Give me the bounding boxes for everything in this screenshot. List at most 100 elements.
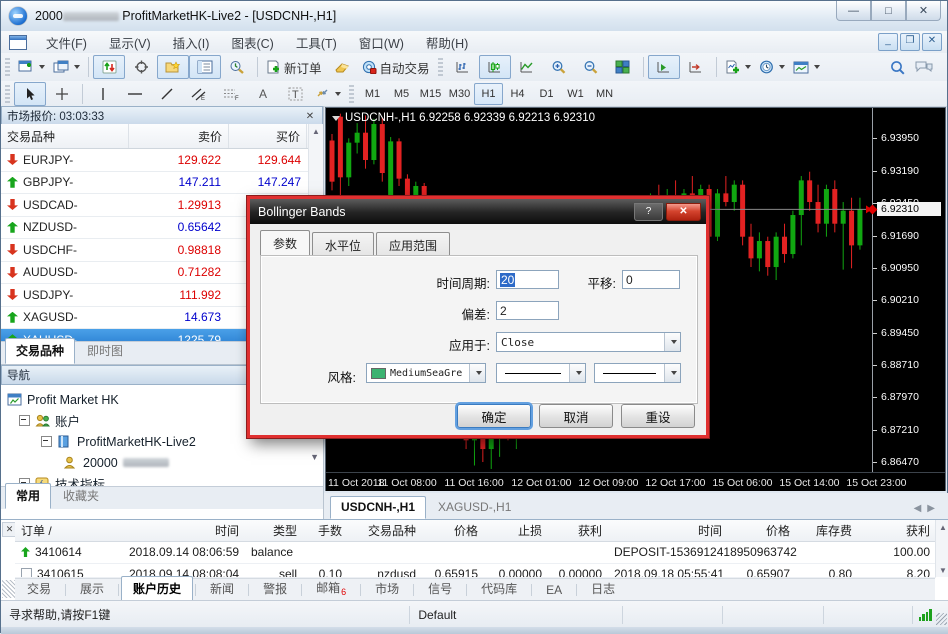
- indicators-button[interactable]: [721, 55, 755, 79]
- toolbar-grip[interactable]: [5, 85, 10, 103]
- scroll-down-icon[interactable]: ▼: [936, 563, 948, 577]
- bar-chart-button[interactable]: [447, 55, 479, 79]
- mdi-minimize-button[interactable]: _: [878, 33, 898, 51]
- dialog-help-button[interactable]: ?: [634, 203, 663, 221]
- col-price[interactable]: 价格: [422, 522, 484, 539]
- dialog-titlebar[interactable]: Bollinger Bands ? ✕: [250, 199, 706, 224]
- terminal-grip[interactable]: [2, 580, 15, 598]
- line-chart-button[interactable]: [511, 55, 543, 79]
- profiles-dropdown[interactable]: [74, 65, 80, 69]
- data-window-button[interactable]: [125, 55, 157, 79]
- menu-insert[interactable]: 插入(I): [162, 31, 221, 54]
- column-buy[interactable]: 买价: [229, 124, 307, 148]
- timeframe-m30[interactable]: M30: [445, 83, 474, 105]
- chart-tab-xagusd[interactable]: XAGUSD-,H1: [427, 496, 522, 519]
- col-type[interactable]: 类型: [245, 522, 303, 539]
- auto-scroll-button[interactable]: [648, 55, 680, 79]
- col-sl[interactable]: 止损: [484, 522, 548, 539]
- scroll-up-icon[interactable]: ▲: [936, 520, 948, 534]
- deviation-input[interactable]: 2: [496, 301, 559, 320]
- col-lots[interactable]: 手数: [303, 522, 348, 539]
- search-icon[interactable]: [890, 60, 905, 75]
- timeframe-w1[interactable]: W1: [561, 83, 590, 105]
- history-row-balance[interactable]: 3410614 2018.09.14 08:06:59 balance DEPO…: [15, 541, 936, 564]
- time-axis[interactable]: 11 Oct 201811 Oct 08:0011 Oct 16:0012 Oc…: [326, 472, 945, 491]
- chart-tab-scroll-arrows[interactable]: ◀▶: [914, 503, 948, 514]
- cancel-button[interactable]: 取消: [539, 404, 613, 428]
- templates-dropdown[interactable]: [814, 65, 820, 69]
- indicators-dropdown[interactable]: [745, 65, 751, 69]
- col-symbol[interactable]: 交易品种: [348, 522, 422, 539]
- menu-window[interactable]: 窗口(W): [348, 31, 415, 54]
- tab-exposure[interactable]: 展示: [68, 576, 116, 602]
- tab-symbols[interactable]: 交易品种: [5, 338, 75, 364]
- menu-file[interactable]: 文件(F): [35, 31, 98, 54]
- col-swap[interactable]: 库存费: [796, 522, 858, 539]
- timeframe-m15[interactable]: M15: [416, 83, 445, 105]
- col-profit[interactable]: 获利: [858, 522, 936, 539]
- scroll-up-icon[interactable]: ▲: [309, 124, 323, 138]
- tab-tick-chart[interactable]: 即时图: [76, 338, 134, 364]
- horizontal-line-button[interactable]: [119, 82, 151, 106]
- tab-code-base[interactable]: 代码库: [469, 576, 529, 602]
- tab-experts[interactable]: EA: [534, 579, 574, 602]
- tab-trade[interactable]: 交易: [15, 576, 63, 602]
- market-watch-toggle-button[interactable]: [93, 55, 125, 79]
- col-close-price[interactable]: 价格: [728, 522, 796, 539]
- text-label-button[interactable]: T: [279, 82, 311, 106]
- minimize-button[interactable]: —: [836, 1, 871, 21]
- market-row-eurjpy[interactable]: EURJPY- 129.622 129.644: [1, 149, 323, 172]
- menu-charts[interactable]: 图表(C): [220, 31, 284, 54]
- tab-mailbox[interactable]: 邮箱6: [304, 575, 358, 602]
- collapse-icon[interactable]: [41, 436, 52, 447]
- arrows-dropdown[interactable]: [335, 92, 341, 96]
- shift-input[interactable]: 0: [622, 270, 680, 289]
- periods-dropdown[interactable]: [779, 65, 785, 69]
- terminal-toggle-button[interactable]: [189, 55, 221, 79]
- style-color-dropdown[interactable]: MediumSeaGre: [366, 363, 486, 383]
- cursor-button[interactable]: [14, 82, 46, 106]
- toolbar-grip[interactable]: [5, 58, 10, 76]
- dialog-close-button[interactable]: ✕: [666, 203, 701, 221]
- resize-grip[interactable]: [936, 613, 947, 625]
- tab-journal[interactable]: 日志: [579, 576, 627, 602]
- col-time[interactable]: 时间: [123, 522, 245, 539]
- periods-button[interactable]: [755, 55, 789, 79]
- trendline-button[interactable]: [151, 82, 183, 106]
- market-row-gbpjpy[interactable]: GBPJPY- 147.211 147.247: [1, 172, 323, 195]
- tab-favorites[interactable]: 收藏夹: [52, 483, 110, 509]
- terminal-scrollbar[interactable]: ▲ ▼: [935, 520, 948, 577]
- style-line-width-dropdown[interactable]: [594, 363, 681, 383]
- new-chart-button[interactable]: [14, 55, 49, 79]
- timeframe-mn[interactable]: MN: [590, 83, 619, 105]
- col-close-time[interactable]: 时间: [608, 522, 728, 539]
- menu-view[interactable]: 显示(V): [98, 31, 162, 54]
- market-watch-close-icon[interactable]: ✕: [303, 111, 317, 122]
- column-symbol[interactable]: 交易品种: [1, 124, 129, 148]
- timeframe-h4[interactable]: H4: [503, 83, 532, 105]
- col-order[interactable]: 订单 /: [15, 522, 123, 539]
- col-tp[interactable]: 获利: [548, 522, 608, 539]
- vertical-line-button[interactable]: [87, 82, 119, 106]
- dropdown-arrow-icon[interactable]: [469, 364, 485, 382]
- fibonacci-button[interactable]: F: [215, 82, 247, 106]
- ok-button[interactable]: 确定: [457, 404, 531, 428]
- arrows-button[interactable]: [311, 82, 345, 106]
- tab-signals[interactable]: 信号: [416, 576, 464, 602]
- timeframe-m5[interactable]: M5: [387, 83, 416, 105]
- toolbar-grip[interactable]: [438, 58, 443, 76]
- price-axis[interactable]: 6.939506.931906.924506.916906.909506.902…: [872, 108, 946, 472]
- templates-button[interactable]: [789, 55, 824, 79]
- new-chart-dropdown[interactable]: [39, 65, 45, 69]
- navigator-toggle-button[interactable]: [157, 55, 189, 79]
- navigator-scroll-down-icon[interactable]: ▼: [310, 452, 319, 462]
- timeframe-d1[interactable]: D1: [532, 83, 561, 105]
- tree-item-account-number[interactable]: 20000: [7, 452, 323, 473]
- profiles-button[interactable]: [49, 55, 84, 79]
- candlestick-chart-button[interactable]: [479, 55, 511, 79]
- mdi-restore-button[interactable]: ❐: [900, 33, 920, 51]
- toolbar-grip[interactable]: [349, 85, 354, 103]
- style-line-type-dropdown[interactable]: [496, 363, 586, 383]
- column-sell[interactable]: 卖价: [129, 124, 229, 148]
- text-button[interactable]: A: [247, 82, 279, 106]
